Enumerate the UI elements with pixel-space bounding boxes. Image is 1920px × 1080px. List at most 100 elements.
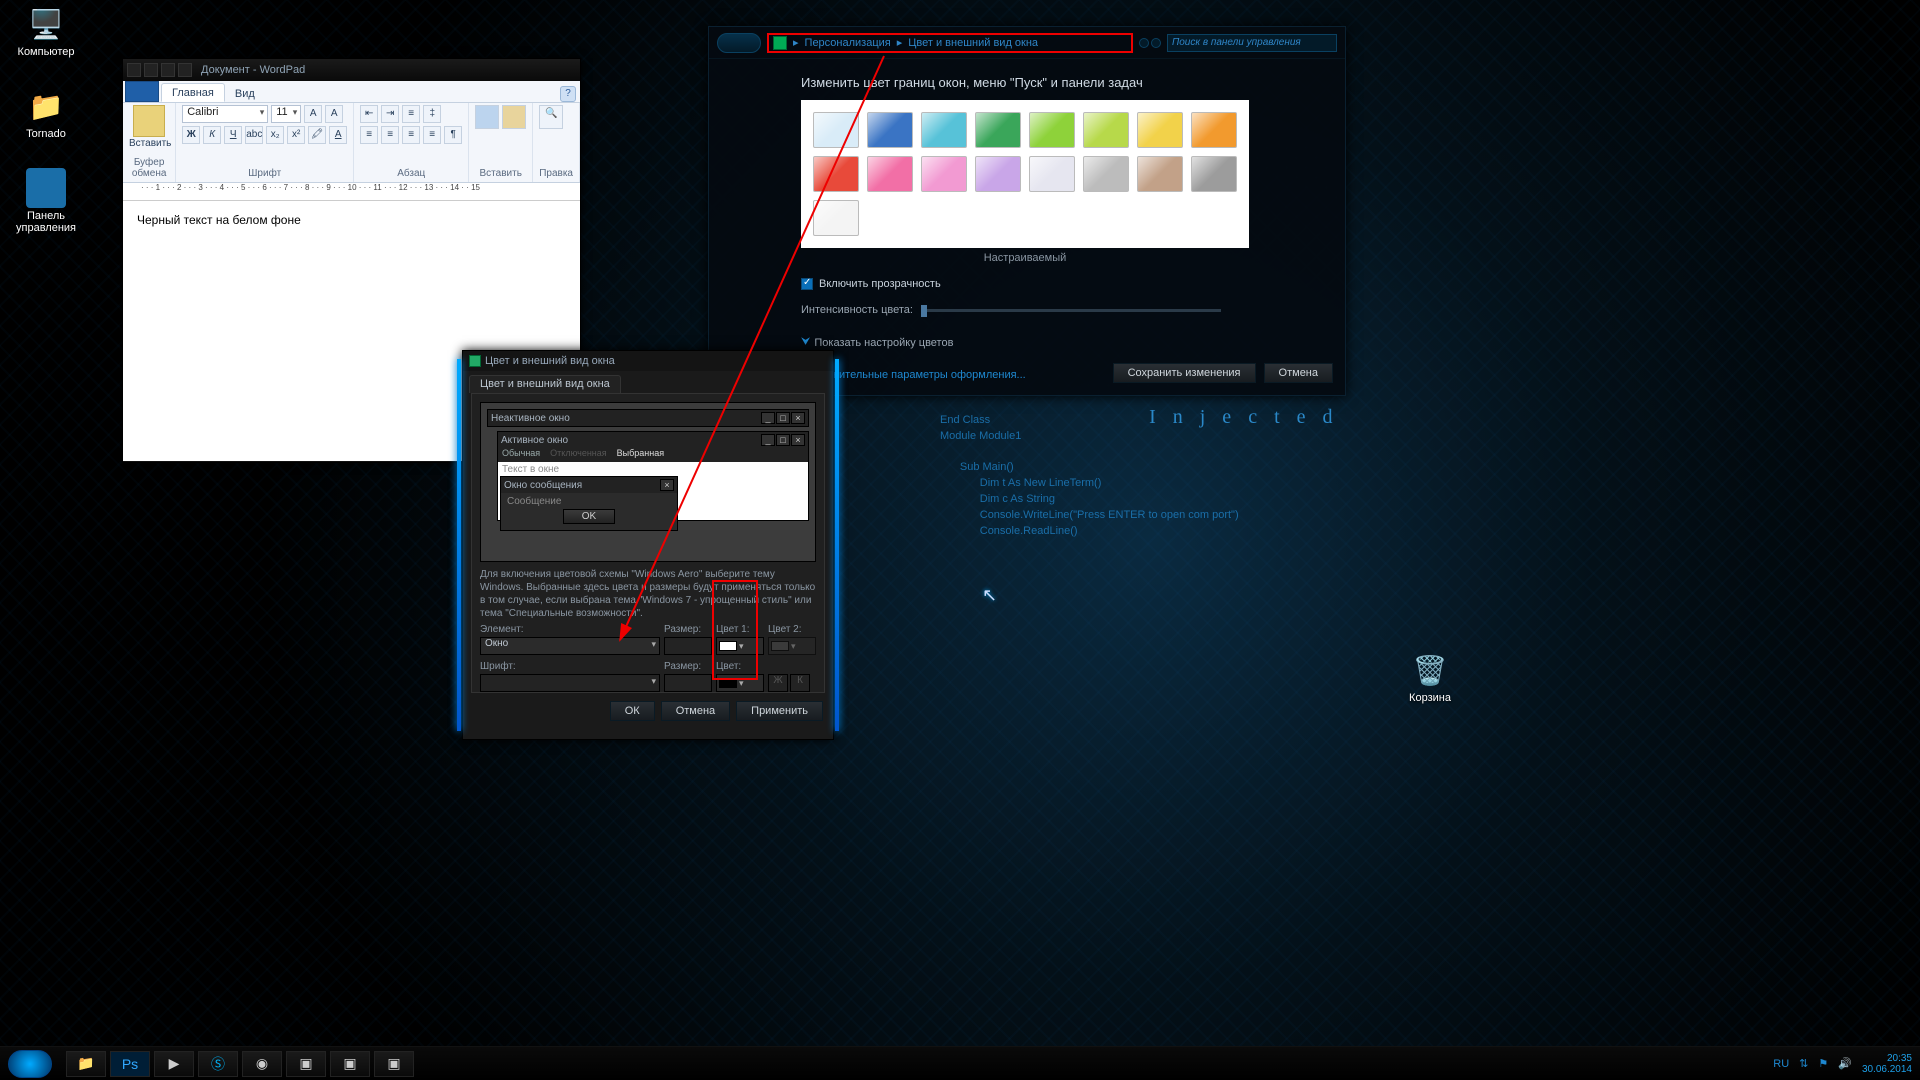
font-color-picker[interactable] [716, 674, 764, 692]
taskbar-explorer[interactable]: 📁 [66, 1051, 106, 1077]
quick-access-toolbar [127, 63, 192, 77]
taskbar-skype[interactable]: Ⓢ [198, 1051, 238, 1077]
crumb-personalization[interactable]: Персонализация [805, 37, 891, 49]
subscript-button[interactable]: x₂ [266, 126, 284, 144]
taskbar-chrome[interactable]: ◉ [242, 1051, 282, 1077]
ruler[interactable]: · · · 1 · · · 2 · · · 3 · · · 4 · · · 5 … [123, 183, 580, 201]
color-swatch[interactable] [813, 156, 859, 192]
msgbox-ok-button: OK [563, 509, 615, 524]
insert-picture-button[interactable] [475, 105, 499, 129]
tray-flag-icon[interactable]: ⚑ [1818, 1057, 1828, 1070]
transparency-checkbox[interactable] [801, 278, 813, 290]
highlight-button[interactable]: 🖍 [308, 126, 326, 144]
tab-view[interactable]: Вид [225, 85, 265, 102]
tray-clock[interactable]: 20:35 30.06.2014 [1862, 1053, 1912, 1075]
justify-button[interactable]: ≡ [423, 126, 441, 144]
color1-picker[interactable] [716, 637, 764, 655]
folder-icon: 📁 [26, 86, 66, 126]
bold-button[interactable]: Ж [182, 126, 200, 144]
indent-button[interactable]: ⇥ [381, 105, 399, 123]
align-left-button[interactable]: ≡ [360, 126, 378, 144]
font-color-button[interactable]: A [329, 126, 347, 144]
preview-inactive-window: Неактивное окно _□× [487, 409, 809, 427]
dedent-button[interactable]: ⇤ [360, 105, 378, 123]
align-center-button[interactable]: ≡ [381, 126, 399, 144]
strike-button[interactable]: abc [245, 126, 263, 144]
color-swatch[interactable] [1191, 112, 1237, 148]
find-button[interactable]: 🔍 [539, 105, 563, 129]
save-button[interactable]: Сохранить изменения [1113, 363, 1256, 383]
show-mixer-toggle[interactable]: ⮟ Показать настройку цветов [801, 336, 1317, 349]
color-swatch[interactable] [921, 112, 967, 148]
taskbar-app[interactable]: ▣ [374, 1051, 414, 1077]
qat-button[interactable] [127, 63, 141, 77]
taskbar-app[interactable]: ▣ [286, 1051, 326, 1077]
ok-button[interactable]: ОК [610, 701, 655, 721]
color-swatch[interactable] [1137, 156, 1183, 192]
dialog-titlebar[interactable]: Цвет и внешний вид окна [463, 351, 833, 371]
shrink-font-button[interactable]: A [325, 105, 343, 123]
wordpad-titlebar[interactable]: Документ - WordPad [123, 59, 580, 81]
color-swatch[interactable] [1083, 112, 1129, 148]
color-swatch[interactable] [975, 112, 1021, 148]
taskbar[interactable]: 📁 Ps ▶ Ⓢ ◉ ▣ ▣ ▣ RU ⇅ ⚑ 🔊 20:35 30.06.20… [0, 1046, 1920, 1080]
dialog-tab[interactable]: Цвет и внешний вид окна [469, 375, 621, 393]
cancel-button[interactable]: Отмена [661, 701, 730, 721]
cancel-button[interactable]: Отмена [1264, 363, 1333, 383]
color-swatch[interactable] [867, 112, 913, 148]
element-combo[interactable]: Окно [480, 637, 660, 655]
nav-back-forward[interactable] [717, 33, 761, 53]
tray-lang[interactable]: RU [1773, 1058, 1789, 1070]
color-swatch[interactable] [813, 200, 859, 236]
color-swatch[interactable] [867, 156, 913, 192]
system-tray[interactable]: RU ⇅ ⚑ 🔊 20:35 30.06.2014 [1773, 1053, 1912, 1075]
bullets-button[interactable]: ≡ [402, 105, 420, 123]
color-swatch[interactable] [1029, 112, 1075, 148]
page-title: Изменить цвет границ окон, меню "Пуск" и… [801, 75, 1317, 90]
desktop-icon-control-panel[interactable]: Панель управления [6, 168, 86, 234]
desktop-icon-recycle-bin[interactable]: 🗑️ Корзина [1390, 650, 1470, 704]
personalization-window[interactable]: ▸ Персонализация ▸ Цвет и внешний вид ок… [708, 26, 1346, 396]
color-swatch[interactable] [921, 156, 967, 192]
taskbar-app[interactable]: ▣ [330, 1051, 370, 1077]
taskbar-media-player[interactable]: ▶ [154, 1051, 194, 1077]
nav-extra[interactable] [1139, 38, 1161, 48]
breadcrumb[interactable]: ▸ Персонализация ▸ Цвет и внешний вид ок… [767, 33, 1133, 53]
color-swatch[interactable] [1029, 156, 1075, 192]
font-size-combo[interactable]: 11 [271, 105, 301, 123]
color-swatch[interactable] [813, 112, 859, 148]
crumb-window-color[interactable]: Цвет и внешний вид окна [908, 37, 1038, 49]
paste-button[interactable]: Вставить [129, 105, 169, 149]
align-right-button[interactable]: ≡ [402, 126, 420, 144]
qat-save-button[interactable] [144, 63, 158, 77]
underline-button[interactable]: Ч [224, 126, 242, 144]
tab-home[interactable]: Главная [161, 83, 225, 102]
color-swatch[interactable] [1083, 156, 1129, 192]
start-button[interactable] [8, 1050, 52, 1078]
paragraph-button[interactable]: ¶ [444, 126, 462, 144]
help-button[interactable]: ? [560, 86, 576, 102]
qat-redo-button[interactable] [178, 63, 192, 77]
line-spacing-button[interactable]: ‡ [423, 105, 441, 123]
file-menu-button[interactable] [125, 81, 159, 102]
insert-object-button[interactable] [502, 105, 526, 129]
tray-network-icon[interactable]: ⇅ [1799, 1057, 1808, 1070]
intensity-slider[interactable] [921, 309, 1221, 312]
taskbar-photoshop[interactable]: Ps [110, 1051, 150, 1077]
appearance-dialog[interactable]: Цвет и внешний вид окна Цвет и внешний в… [462, 350, 834, 740]
italic-button[interactable]: К [203, 126, 221, 144]
superscript-button[interactable]: x² [287, 126, 305, 144]
font-family-combo[interactable]: Calibri [182, 105, 268, 123]
tray-volume-icon[interactable]: 🔊 [1838, 1057, 1852, 1070]
grow-font-button[interactable]: A [304, 105, 322, 123]
color-swatch[interactable] [1137, 112, 1183, 148]
explorer-header: ▸ Персонализация ▸ Цвет и внешний вид ок… [709, 27, 1345, 59]
search-input[interactable]: Поиск в панели управления [1167, 34, 1337, 52]
color-swatch[interactable] [1191, 156, 1237, 192]
desktop-icon-computer[interactable]: 🖥️ Компьютер [6, 4, 86, 58]
apply-button[interactable]: Применить [736, 701, 823, 721]
desktop-icon-tornado[interactable]: 📁 Tornado [6, 86, 86, 140]
color-swatch[interactable] [975, 156, 1021, 192]
qat-undo-button[interactable] [161, 63, 175, 77]
dialog-title: Цвет и внешний вид окна [485, 355, 615, 367]
